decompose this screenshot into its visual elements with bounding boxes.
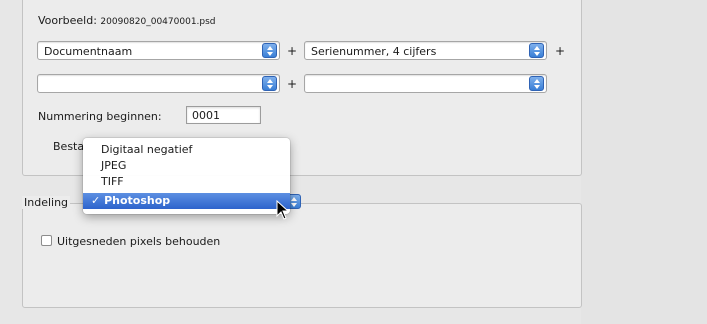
name-part-3-select[interactable] [37, 74, 280, 93]
select-arrows-icon [262, 76, 277, 91]
menu-item-tiff[interactable]: TIFF [83, 174, 290, 190]
preview-filename: 20090820_00470001.psd [100, 17, 216, 27]
format-dropdown-menu: Digitaal negatief JPEG TIFF ✓ Photoshop [83, 138, 290, 214]
menu-item-label: JPEG [101, 159, 127, 172]
preview-label: Voorbeeld: 20090820_00470001.psd [38, 14, 216, 27]
checkmark-icon: ✓ [91, 194, 101, 207]
menu-item-jpeg[interactable]: JPEG [83, 158, 290, 174]
crop-option-label: Uitgesneden pixels behouden [57, 235, 221, 248]
format-panel: Indeling Uitgesneden pixels behouden [22, 196, 582, 308]
select-arrows-icon [529, 43, 544, 58]
name-part-1-select[interactable]: Documentnaam [37, 41, 280, 60]
mouse-pointer-icon [276, 200, 290, 220]
plus-sign: + [287, 44, 298, 58]
plus-sign: + [555, 44, 566, 58]
name-part-4-select[interactable] [304, 74, 547, 93]
name-part-1-value: Documentnaam [44, 45, 133, 58]
crop-pixels-checkbox[interactable] [41, 235, 52, 246]
start-numbering-label: Nummering beginnen: [38, 110, 162, 123]
menu-item-digital-negative[interactable]: Digitaal negatief [83, 142, 290, 158]
menu-item-label: Digitaal negatief [101, 143, 193, 156]
compatibility-label: Besta [53, 140, 85, 153]
menu-item-photoshop[interactable]: ✓ Photoshop [83, 193, 290, 209]
menu-item-label: TIFF [101, 175, 124, 188]
select-arrows-icon [262, 43, 277, 58]
preview-label-text: Voorbeeld: [38, 14, 97, 27]
name-part-2-select[interactable]: Serienummer, 4 cijfers [304, 41, 547, 60]
select-arrows-icon [529, 76, 544, 91]
format-legend: Indeling [22, 196, 71, 209]
start-numbering-field[interactable]: 0001 [186, 106, 261, 124]
plus-sign: + [287, 77, 298, 91]
menu-item-label: Photoshop [104, 194, 171, 207]
name-part-2-value: Serienummer, 4 cijfers [311, 45, 437, 58]
window-background-right [581, 0, 707, 324]
start-numbering-value: 0001 [192, 109, 220, 122]
